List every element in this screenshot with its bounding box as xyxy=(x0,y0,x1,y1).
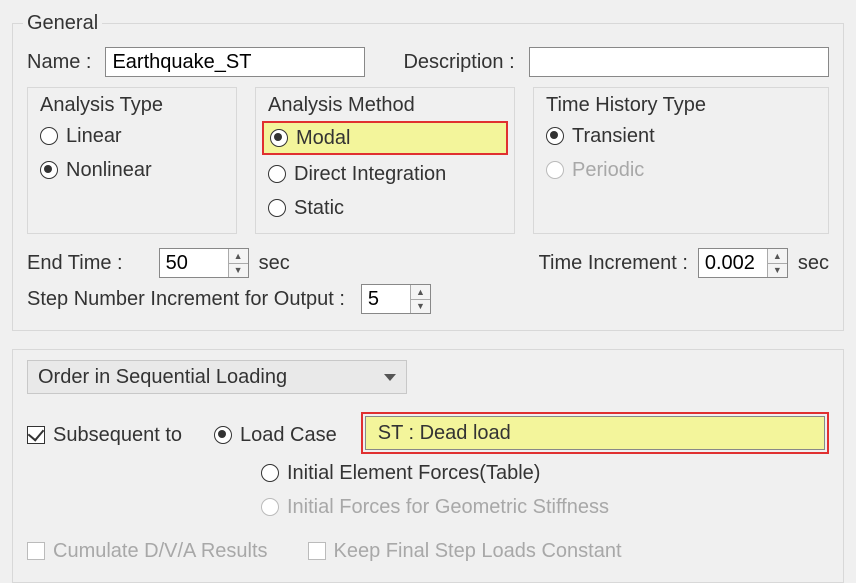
time-increment-spinner[interactable]: ▲ ▼ xyxy=(698,248,788,278)
name-input[interactable] xyxy=(105,47,365,77)
step-number-label: Step Number Increment for Output : xyxy=(27,288,345,311)
name-label: Name : xyxy=(27,51,91,74)
radio-label: Transient xyxy=(572,121,655,151)
order-dropdown[interactable]: Order in Sequential Loading xyxy=(27,360,407,394)
description-label: Description : xyxy=(403,51,514,74)
radio-icon xyxy=(268,199,286,217)
radio-label: Direct Integration xyxy=(294,159,446,189)
end-time-unit: sec xyxy=(259,252,290,275)
radio-icon xyxy=(214,426,232,444)
radio-icon xyxy=(546,127,564,145)
analysis-method-modal[interactable]: Modal xyxy=(262,121,508,155)
order-dropdown-label: Order in Sequential Loading xyxy=(38,366,287,389)
radio-label: Load Case xyxy=(240,420,337,450)
radio-label: Nonlinear xyxy=(66,155,152,185)
analysis-type-nonlinear[interactable]: Nonlinear xyxy=(40,155,224,185)
step-number-input[interactable] xyxy=(362,285,410,313)
analysis-type-group: Analysis Type Linear Nonlinear xyxy=(27,87,237,234)
load-case-value: ST : Dead load xyxy=(378,422,511,445)
analysis-type-linear[interactable]: Linear xyxy=(40,121,224,151)
general-legend: General xyxy=(23,12,102,35)
analysis-method-group: Analysis Method Modal Direct Integration… xyxy=(255,87,515,234)
analysis-method-static[interactable]: Static xyxy=(268,193,502,223)
spin-down-icon[interactable]: ▼ xyxy=(411,300,430,314)
checkbox-icon xyxy=(27,426,45,444)
time-history-type-legend: Time History Type xyxy=(542,94,710,117)
load-case-highlight: ST : Dead load xyxy=(361,412,829,454)
radio-icon xyxy=(261,464,279,482)
end-time-label: End Time : xyxy=(27,252,123,275)
radio-icon xyxy=(40,127,58,145)
time-history-transient[interactable]: Transient xyxy=(546,121,816,151)
radio-label: Initial Element Forces(Table) xyxy=(287,458,540,488)
spin-down-icon[interactable]: ▼ xyxy=(768,264,787,278)
general-group: General Name : Description : Analysis Ty… xyxy=(12,12,844,331)
end-time-spinner[interactable]: ▲ ▼ xyxy=(159,248,249,278)
radio-icon xyxy=(268,165,286,183)
radio-label: Static xyxy=(294,193,344,223)
time-history-periodic: Periodic xyxy=(546,155,816,185)
checkbox-label: Cumulate D/V/A Results xyxy=(53,536,268,566)
selection-initial-forces-geom: Initial Forces for Geometric Stiffness xyxy=(261,492,829,522)
radio-icon xyxy=(546,161,564,179)
time-increment-label: Time Increment : xyxy=(539,252,688,275)
time-increment-input[interactable] xyxy=(699,249,767,277)
checkbox-icon xyxy=(308,542,326,560)
spin-up-icon[interactable]: ▲ xyxy=(768,249,787,264)
checkbox-icon xyxy=(27,542,45,560)
spin-down-icon[interactable]: ▼ xyxy=(229,264,248,278)
radio-icon xyxy=(270,129,288,147)
selection-initial-forces-table[interactable]: Initial Element Forces(Table) xyxy=(261,458,829,488)
time-increment-unit: sec xyxy=(798,252,829,275)
checkbox-label: Keep Final Step Loads Constant xyxy=(334,536,622,566)
radio-label: Periodic xyxy=(572,155,644,185)
subsequent-to-checkbox[interactable]: Subsequent to xyxy=(27,420,182,450)
spin-up-icon[interactable]: ▲ xyxy=(229,249,248,264)
radio-icon xyxy=(261,498,279,516)
radio-label: Linear xyxy=(66,121,122,151)
analysis-method-direct-integration[interactable]: Direct Integration xyxy=(268,159,502,189)
chevron-down-icon xyxy=(384,374,396,381)
checkbox-label: Subsequent to xyxy=(53,420,182,450)
load-case-dropdown[interactable]: ST : Dead load xyxy=(365,416,825,450)
end-time-input[interactable] xyxy=(160,249,228,277)
radio-label: Initial Forces for Geometric Stiffness xyxy=(287,492,609,522)
cumulate-checkbox: Cumulate D/V/A Results xyxy=(27,536,268,566)
analysis-type-legend: Analysis Type xyxy=(36,94,167,117)
radio-label: Modal xyxy=(296,123,350,153)
keep-final-checkbox: Keep Final Step Loads Constant xyxy=(308,536,622,566)
radio-icon xyxy=(40,161,58,179)
description-input[interactable] xyxy=(529,47,829,77)
selection-load-case[interactable]: Load Case xyxy=(214,420,337,450)
analysis-method-legend: Analysis Method xyxy=(264,94,419,117)
sequential-loading-group: Order in Sequential Loading Subsequent t… xyxy=(12,349,844,583)
step-number-spinner[interactable]: ▲ ▼ xyxy=(361,284,431,314)
time-history-type-group: Time History Type Transient Periodic xyxy=(533,87,829,234)
spin-up-icon[interactable]: ▲ xyxy=(411,285,430,300)
